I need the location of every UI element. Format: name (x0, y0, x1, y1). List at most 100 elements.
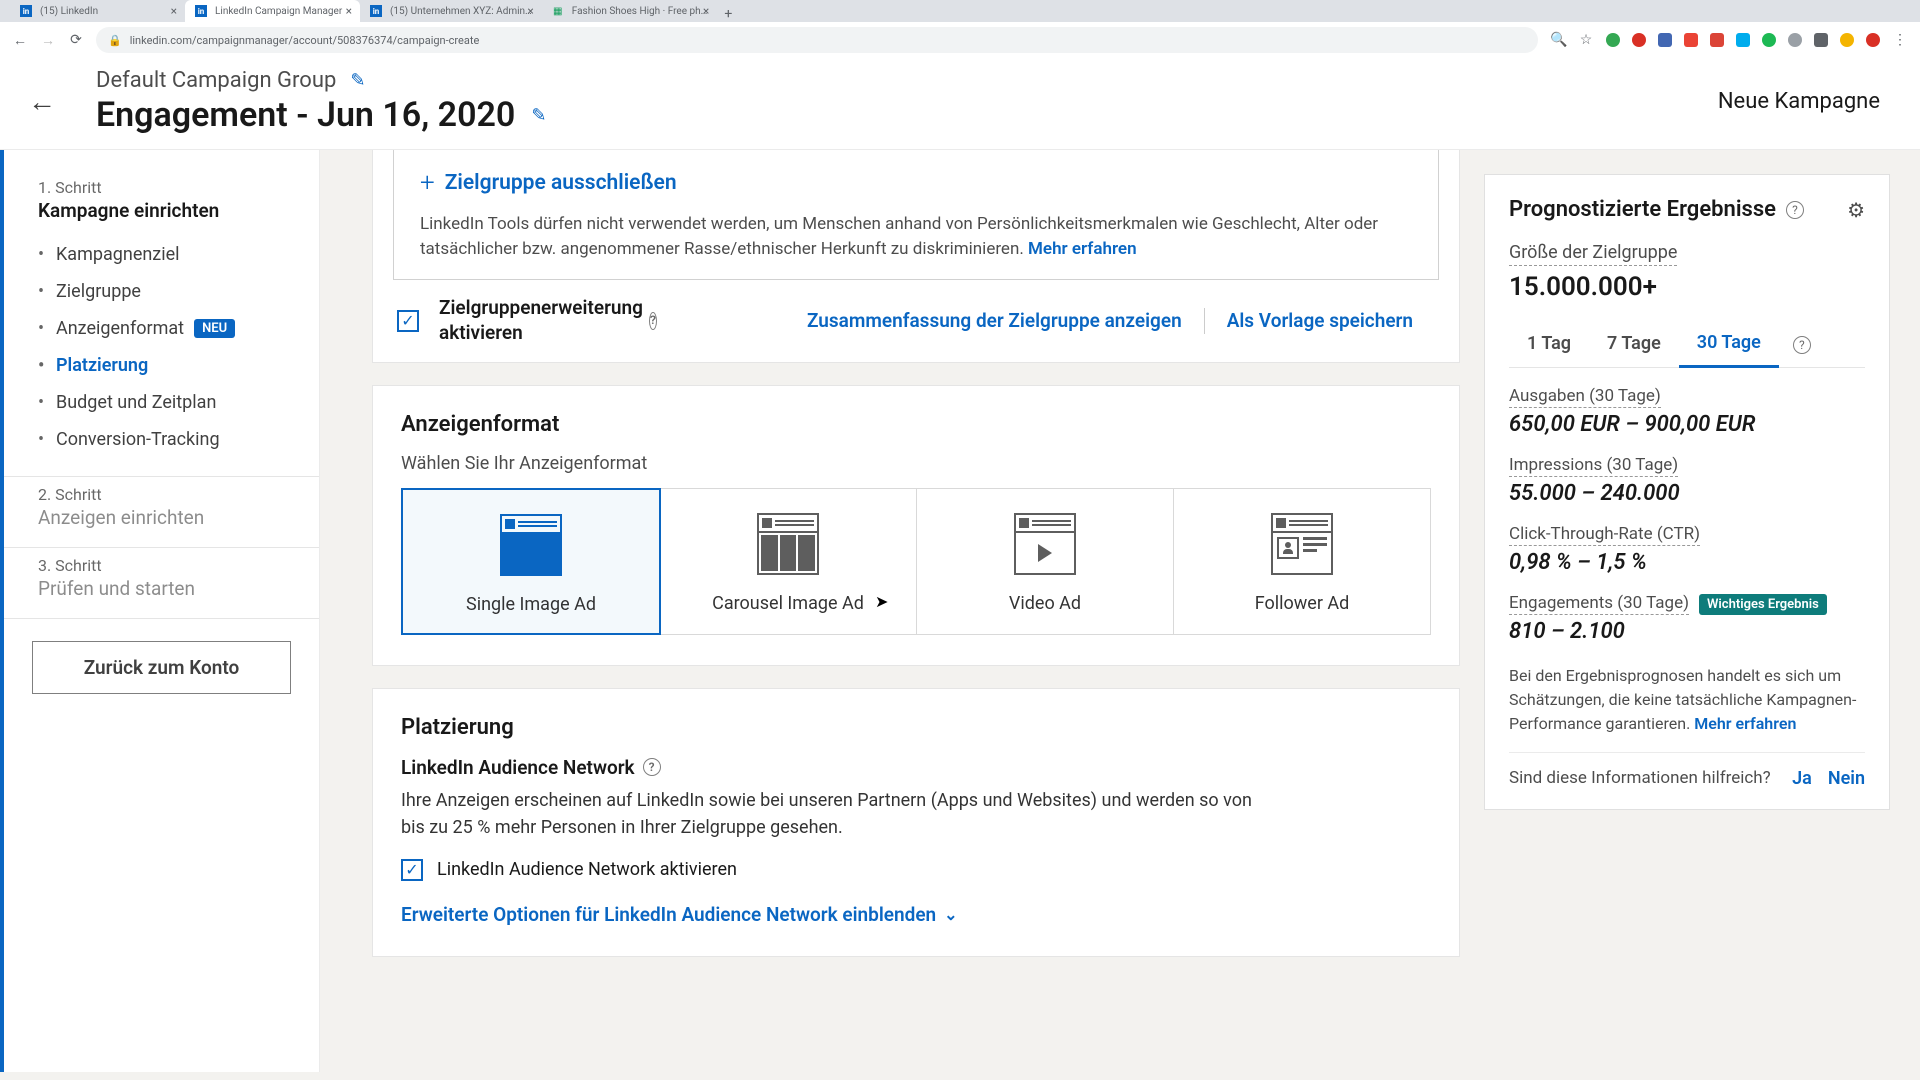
ad-format-carousel[interactable]: Carousel Image Ad (660, 489, 917, 634)
save-template-link[interactable]: Als Vorlage speichern (1205, 309, 1435, 332)
header-titles: Default Campaign Group ✎ Engagement - Ju… (96, 68, 1718, 135)
back-icon[interactable]: ← (12, 32, 28, 49)
step-1: 1. Schritt Kampagne einrichten Kampagnen… (4, 170, 319, 477)
close-icon[interactable]: × (703, 4, 709, 18)
star-icon[interactable]: ☆ (1578, 32, 1594, 48)
tab-title: Fashion Shoes High · Free ph… (572, 6, 708, 17)
sidebar-item-ad-format[interactable]: AnzeigenformatNEU (38, 310, 291, 347)
step-2[interactable]: 2. Schritt Anzeigen einrichten (4, 477, 319, 548)
address-bar[interactable]: 🔒 linkedin.com/campaignmanager/account/5… (96, 27, 1538, 53)
extension-icon[interactable] (1762, 33, 1776, 47)
menu-icon[interactable]: ⋮ (1892, 32, 1908, 48)
ad-format-single-image[interactable]: Single Image Ad (401, 488, 661, 635)
yes-button[interactable]: Ja (1792, 768, 1812, 789)
extension-icon[interactable] (1606, 33, 1620, 47)
step-number: 1. Schritt (38, 178, 291, 197)
extension-icon[interactable] (1710, 33, 1724, 47)
linkedin-favicon: in (20, 5, 32, 17)
extension-icons: 🔍 ☆ ⋮ (1550, 32, 1908, 48)
help-icon[interactable]: ? (649, 312, 657, 330)
exclude-audience-link[interactable]: + Zielgruppe ausschließen (420, 168, 1412, 198)
tab-title: (15) LinkedIn (40, 6, 98, 17)
forecast-card: Prognostizierte Ergebnisse ? ⚙ Größe der… (1484, 174, 1890, 810)
close-icon[interactable]: × (171, 4, 177, 18)
forward-icon[interactable]: → (40, 32, 56, 49)
help-icon[interactable]: ? (1793, 336, 1811, 354)
extension-icon[interactable] (1658, 33, 1672, 47)
metric-value: 650,00 EUR – 900,00 EUR (1509, 412, 1865, 437)
extension-icon[interactable] (1788, 33, 1802, 47)
day-tab-1[interactable]: 1 Tag (1509, 323, 1589, 366)
single-image-icon (500, 514, 562, 576)
no-button[interactable]: Nein (1828, 768, 1865, 789)
learn-more-link[interactable]: Mehr erfahren (1694, 714, 1796, 733)
avatar-icon[interactable] (1840, 33, 1854, 47)
extension-icon[interactable] (1866, 33, 1880, 47)
help-icon[interactable]: ? (1786, 201, 1804, 219)
edit-group-icon[interactable]: ✎ (350, 70, 365, 91)
browser-tab[interactable]: in (15) LinkedIn × (10, 0, 185, 22)
main-content: + Zielgruppe ausschließen LinkedIn Tools… (320, 150, 1484, 1072)
expansion-text: Zielgruppenerweiterung aktivieren (439, 296, 643, 345)
sidebar-item-budget[interactable]: Budget und Zeitplan (38, 384, 291, 421)
ad-format-follower[interactable]: Follower Ad (1174, 489, 1430, 634)
audience-expansion-row: ✓ Zielgruppenerweiterung aktivieren ? Zu… (373, 280, 1459, 361)
step-title: Prüfen und starten (38, 577, 291, 600)
format-label: Video Ad (927, 593, 1163, 614)
metric-label: Impressions (30 Tage) (1509, 455, 1678, 477)
back-arrow[interactable]: ← (28, 85, 56, 118)
lan-title-text: LinkedIn Audience Network (401, 756, 635, 779)
help-icon[interactable]: ? (643, 758, 661, 776)
ad-format-video[interactable]: Video Ad (917, 489, 1174, 634)
sidebar-item-label: Budget und Zeitplan (56, 392, 216, 413)
lan-checkbox-label: LinkedIn Audience Network aktivieren (437, 859, 737, 880)
sidebar-item-audience[interactable]: Zielgruppe (38, 273, 291, 310)
sidebar-item-conversion[interactable]: Conversion-Tracking (38, 421, 291, 458)
gear-icon[interactable]: ⚙ (1847, 198, 1865, 222)
close-icon[interactable]: × (346, 4, 352, 18)
ad-format-card: Anzeigenformat Wählen Sie Ihr Anzeigenfo… (372, 385, 1460, 666)
browser-tab[interactable]: ▦ Fashion Shoes High · Free ph… × (542, 0, 718, 22)
audience-disclaimer: LinkedIn Tools dürfen nicht verwendet we… (420, 212, 1412, 261)
lan-expand-link[interactable]: Erweiterte Optionen für LinkedIn Audienc… (401, 903, 1431, 926)
lock-icon: 🔒 (108, 34, 122, 47)
metric-engagements: Engagements (30 Tage) Wichtiges Ergebnis… (1509, 593, 1865, 644)
address-row: ← → ⟳ 🔒 linkedin.com/campaignmanager/acc… (0, 22, 1920, 58)
tab-title: (15) Unternehmen XYZ: Admin… (390, 6, 532, 17)
lan-checkbox[interactable]: ✓ (401, 859, 423, 881)
step-3[interactable]: 3. Schritt Prüfen und starten (4, 548, 319, 619)
extension-icon[interactable] (1684, 33, 1698, 47)
follower-icon (1271, 513, 1333, 575)
extension-icon[interactable] (1814, 33, 1828, 47)
forecast-panel: Prognostizierte Ergebnisse ? ⚙ Größe der… (1484, 150, 1920, 1072)
zoom-icon[interactable]: 🔍 (1550, 32, 1566, 48)
reload-icon[interactable]: ⟳ (68, 32, 84, 48)
day-tab-30[interactable]: 30 Tage (1679, 322, 1779, 368)
sidebar-item-placement[interactable]: Platzierung (38, 347, 291, 384)
close-icon[interactable]: × (527, 4, 533, 18)
learn-more-link[interactable]: Mehr erfahren (1028, 239, 1137, 259)
day-tab-7[interactable]: 7 Tage (1589, 323, 1679, 366)
lan-title: LinkedIn Audience Network ? (401, 756, 1431, 779)
browser-tab[interactable]: in (15) Unternehmen XYZ: Admin… × (360, 0, 542, 22)
day-tabs: 1 Tag 7 Tage 30 Tage ? (1509, 322, 1865, 368)
audience-card: + Zielgruppe ausschließen LinkedIn Tools… (372, 150, 1460, 363)
edit-campaign-icon[interactable]: ✎ (531, 105, 546, 126)
step-title: Kampagne einrichten (38, 199, 291, 222)
sidebar-item-label: Platzierung (56, 355, 148, 376)
sidebar-item-objective[interactable]: Kampagnenziel (38, 236, 291, 273)
extension-icon[interactable] (1736, 33, 1750, 47)
metric-value: 55.000 – 240.000 (1509, 481, 1865, 506)
metric-label: Ausgaben (30 Tage) (1509, 386, 1661, 408)
new-tab-button[interactable]: + (717, 6, 739, 22)
back-to-account-button[interactable]: Zurück zum Konto (32, 641, 291, 694)
placement-card: Platzierung LinkedIn Audience Network ? … (372, 688, 1460, 957)
sidebar: 1. Schritt Kampagne einrichten Kampagnen… (0, 150, 320, 1072)
browser-tab[interactable]: in LinkedIn Campaign Manager × (185, 0, 360, 22)
sidebar-item-label: Zielgruppe (56, 281, 141, 302)
audience-summary-link[interactable]: Zusammenfassung der Zielgruppe anzeigen (785, 309, 1204, 332)
forecast-footer: Bei den Ergebnisprognosen handelt es sic… (1509, 664, 1865, 736)
metric-value: 810 – 2.100 (1509, 619, 1865, 644)
extension-icon[interactable] (1632, 33, 1646, 47)
expansion-checkbox[interactable]: ✓ (397, 310, 419, 332)
